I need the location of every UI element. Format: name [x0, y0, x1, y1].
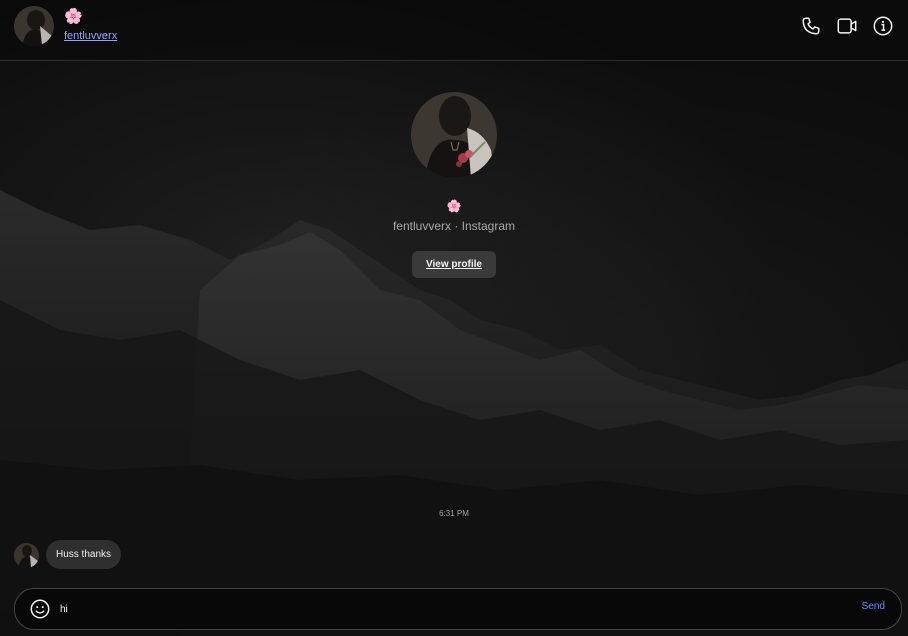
header-emoji: 🌸 [64, 8, 83, 25]
profile-subtitle: fentluvverx · Instagram [392, 219, 516, 233]
info-icon[interactable] [872, 15, 894, 37]
header-avatar[interactable] [14, 6, 54, 46]
message-timestamp: 6:31 PM [439, 509, 469, 518]
profile-emoji: 🌸 [446, 199, 462, 213]
video-camera-icon[interactable] [836, 15, 858, 37]
smiley-icon[interactable] [29, 598, 51, 620]
message-input[interactable] [60, 599, 840, 619]
profile-avatar[interactable] [411, 92, 497, 178]
view-profile-button[interactable]: View profile [412, 251, 496, 278]
phone-icon[interactable] [800, 15, 822, 37]
message-sender-avatar[interactable] [14, 543, 39, 568]
header-username-link[interactable]: fentluvverx [64, 30, 117, 42]
chat-window: 🌸 fentluvverx 🌸 fentluvverx · Instagram … [0, 0, 908, 636]
send-button[interactable]: Send [862, 601, 885, 612]
profile-summary: 🌸 fentluvverx · Instagram View profile [0, 92, 908, 278]
message-composer: Send [14, 588, 902, 630]
message-bubble[interactable]: Huss thanks [46, 540, 122, 569]
chat-header: 🌸 fentluvverx [0, 0, 908, 61]
